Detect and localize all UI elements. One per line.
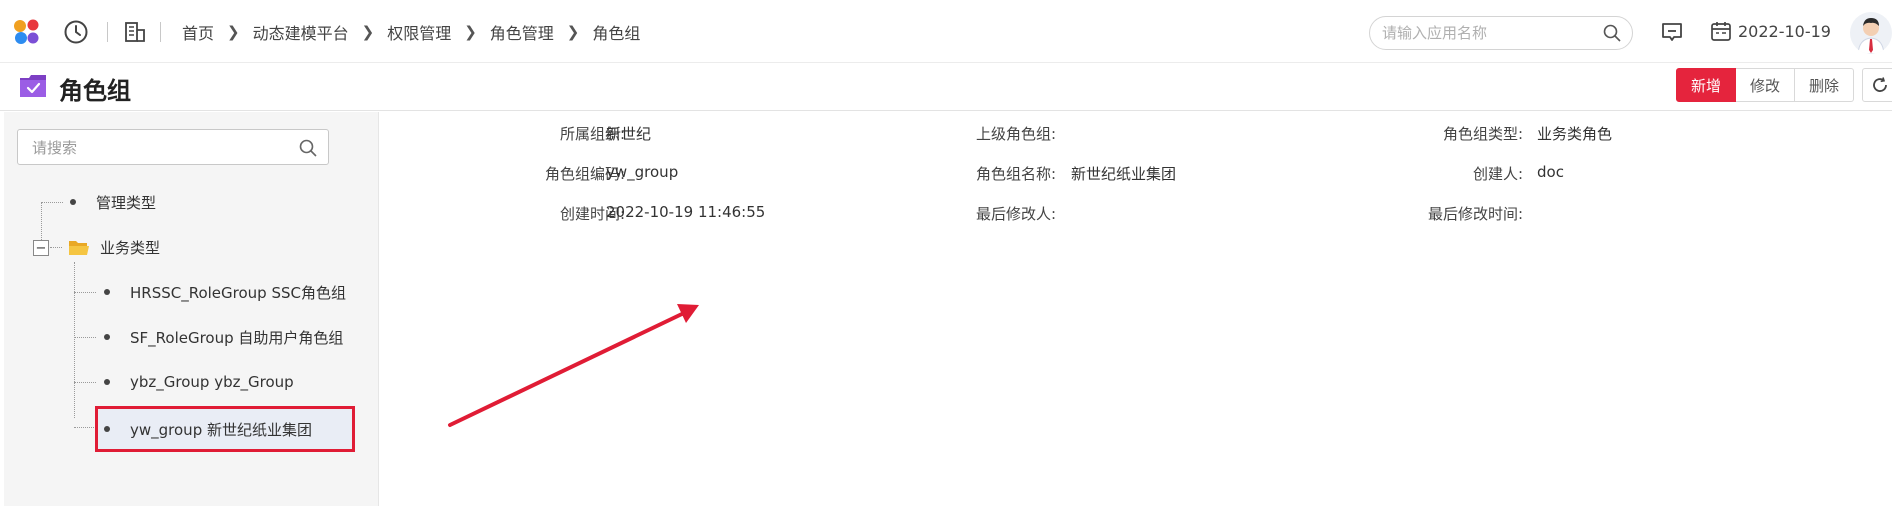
annotation-arrow bbox=[448, 304, 699, 427]
